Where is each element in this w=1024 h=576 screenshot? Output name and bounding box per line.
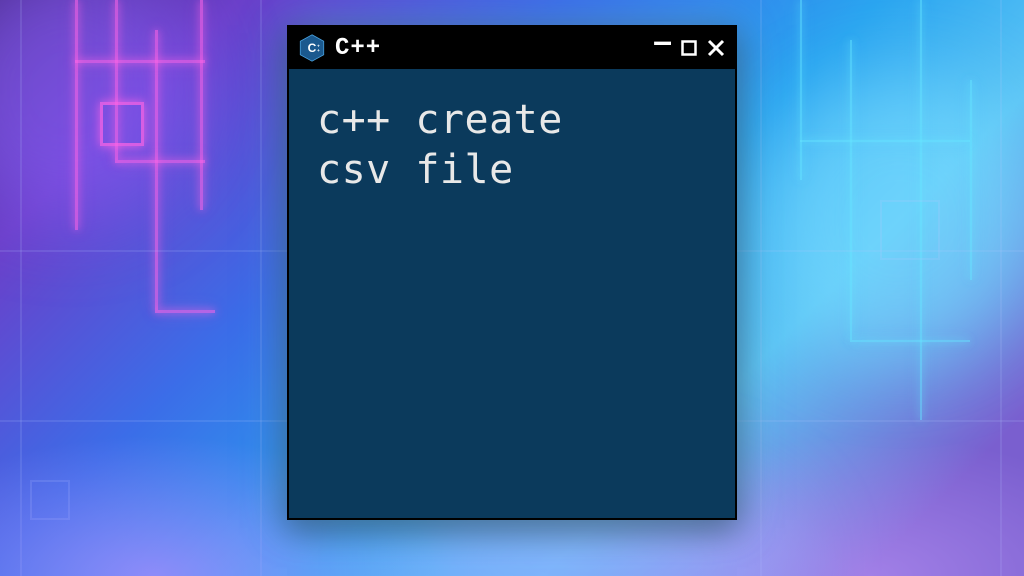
window-controls: —: [654, 34, 725, 62]
terminal-window: C + + C++ — c++ create csv file: [287, 25, 737, 520]
close-button[interactable]: [707, 39, 725, 57]
svg-text:+: +: [317, 48, 320, 53]
cpp-logo-icon: C + +: [299, 34, 325, 62]
maximize-button[interactable]: [681, 40, 697, 56]
titlebar[interactable]: C + + C++ —: [289, 27, 735, 69]
terminal-content[interactable]: c++ create csv file: [289, 69, 735, 518]
svg-text:C: C: [308, 41, 317, 55]
svg-text:+: +: [317, 44, 320, 49]
minimize-button[interactable]: —: [654, 28, 671, 56]
window-title: C++: [335, 35, 644, 62]
